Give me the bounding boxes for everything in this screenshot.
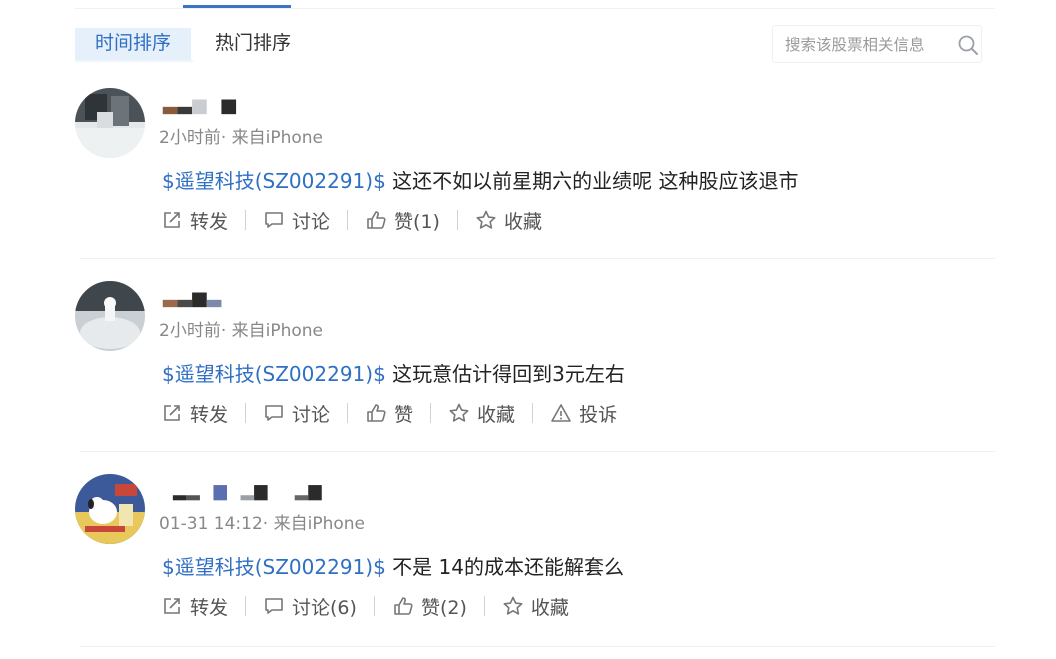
username-mosaic[interactable] [159, 480, 339, 502]
action-divider [245, 210, 247, 230]
like-label: 赞 [394, 403, 414, 426]
thumbs-up-icon [367, 211, 386, 229]
avatar[interactable] [75, 88, 145, 158]
comment-label: 讨论 [292, 403, 331, 426]
stock-link[interactable]: $遥望科技(SZ002291)$ [162, 362, 386, 386]
star-icon [503, 596, 523, 615]
star-icon [449, 403, 469, 422]
like-label: 赞(1) [394, 210, 440, 233]
action-divider [532, 403, 534, 423]
post-divider [80, 646, 995, 647]
favorite-button[interactable]: 收藏 [502, 593, 569, 620]
post-actions: 转发 讨论 赞(1) 收藏 [161, 205, 542, 235]
action-divider [483, 596, 485, 616]
action-divider [245, 403, 247, 423]
favorite-button[interactable]: 收藏 [448, 400, 515, 427]
action-divider [373, 596, 375, 616]
post-actions: 转发 讨论(6) 赞(2) 收藏 [161, 591, 569, 621]
top-tab-indicator [183, 5, 291, 8]
username-mosaic[interactable] [159, 94, 249, 116]
report-label: 投诉 [579, 403, 618, 426]
action-divider [456, 210, 458, 230]
warning-icon [551, 404, 571, 422]
share-label: 转发 [190, 210, 229, 233]
comment-button[interactable]: 讨论 [263, 400, 330, 427]
action-divider [245, 596, 247, 616]
comment-icon [265, 598, 283, 614]
search-box [772, 25, 982, 63]
thumbs-up-icon [367, 404, 386, 422]
share-label: 转发 [190, 403, 229, 426]
comment-button[interactable]: 讨论 [263, 207, 330, 234]
search-input[interactable] [783, 31, 952, 59]
action-divider [347, 210, 349, 230]
share-button[interactable]: 转发 [161, 400, 228, 427]
share-icon [164, 212, 180, 228]
tab-time-sort[interactable]: 时间排序 [75, 28, 192, 60]
like-button[interactable]: 赞(2) [392, 593, 467, 620]
avatar[interactable] [75, 281, 145, 351]
post-meta: 2小时前· 来自iPhone [159, 321, 324, 341]
post-actions: 转发 讨论 赞 收藏 投诉 [161, 398, 617, 428]
favorite-label: 收藏 [503, 210, 542, 233]
comment-button[interactable]: 讨论(6) [263, 593, 357, 620]
stock-link[interactable]: $遥望科技(SZ002291)$ [162, 555, 386, 579]
comment-label: 讨论(6) [292, 596, 357, 619]
post-text: 这还不如以前星期六的业绩呢 这种股应该退市 [385, 169, 799, 193]
report-button[interactable]: 投诉 [550, 400, 617, 427]
comment-icon [265, 405, 283, 421]
like-label: 赞(2) [420, 596, 467, 619]
star-icon [476, 210, 496, 229]
thumbs-up-icon [394, 597, 413, 615]
share-icon [164, 598, 180, 614]
like-button[interactable]: 赞 [365, 400, 413, 427]
stock-discussion-page: 时间排序 热门排序 2小时前· 来自iPhone [0, 0, 1056, 659]
share-label: 转发 [190, 596, 229, 619]
username-mosaic[interactable] [159, 287, 249, 309]
post-meta: 2小时前· 来自iPhone [159, 128, 324, 148]
share-icon [164, 405, 180, 421]
top-divider [75, 8, 995, 9]
action-divider [347, 403, 349, 423]
favorite-button[interactable]: 收藏 [475, 207, 542, 234]
post-text: 不是 14的成本还能解套么 [385, 555, 624, 579]
share-button[interactable]: 转发 [161, 593, 228, 620]
post-item: 01-31 14:12· 来自iPhone $遥望科技(SZ002291)$ 不… [75, 474, 995, 644]
stock-link[interactable]: $遥望科技(SZ002291)$ [162, 169, 386, 193]
post-content: $遥望科技(SZ002291)$ 这玩意估计得回到3元左右 [162, 358, 625, 387]
post-divider [80, 451, 995, 452]
comment-icon [265, 212, 283, 228]
action-divider [430, 403, 432, 423]
comment-label: 讨论 [292, 210, 331, 233]
avatar[interactable] [75, 474, 145, 544]
post-content: $遥望科技(SZ002291)$ 这还不如以前星期六的业绩呢 这种股应该退市 [162, 165, 799, 194]
favorite-label: 收藏 [530, 596, 569, 619]
post-meta: 01-31 14:12· 来自iPhone [159, 514, 365, 534]
post-item: 2小时前· 来自iPhone $遥望科技(SZ002291)$ 这还不如以前星期… [75, 88, 995, 248]
post-content: $遥望科技(SZ002291)$ 不是 14的成本还能解套么 [162, 551, 624, 580]
tab-underline [75, 60, 193, 62]
tab-hot-sort[interactable]: 热门排序 [195, 28, 311, 60]
post-text: 这玩意估计得回到3元左右 [385, 362, 625, 386]
post-divider [80, 258, 995, 259]
search-icon[interactable] [957, 34, 979, 56]
post-item: 2小时前· 来自iPhone $遥望科技(SZ002291)$ 这玩意估计得回到… [75, 281, 995, 441]
like-button[interactable]: 赞(1) [365, 207, 440, 234]
share-button[interactable]: 转发 [161, 207, 228, 234]
favorite-label: 收藏 [477, 403, 516, 426]
